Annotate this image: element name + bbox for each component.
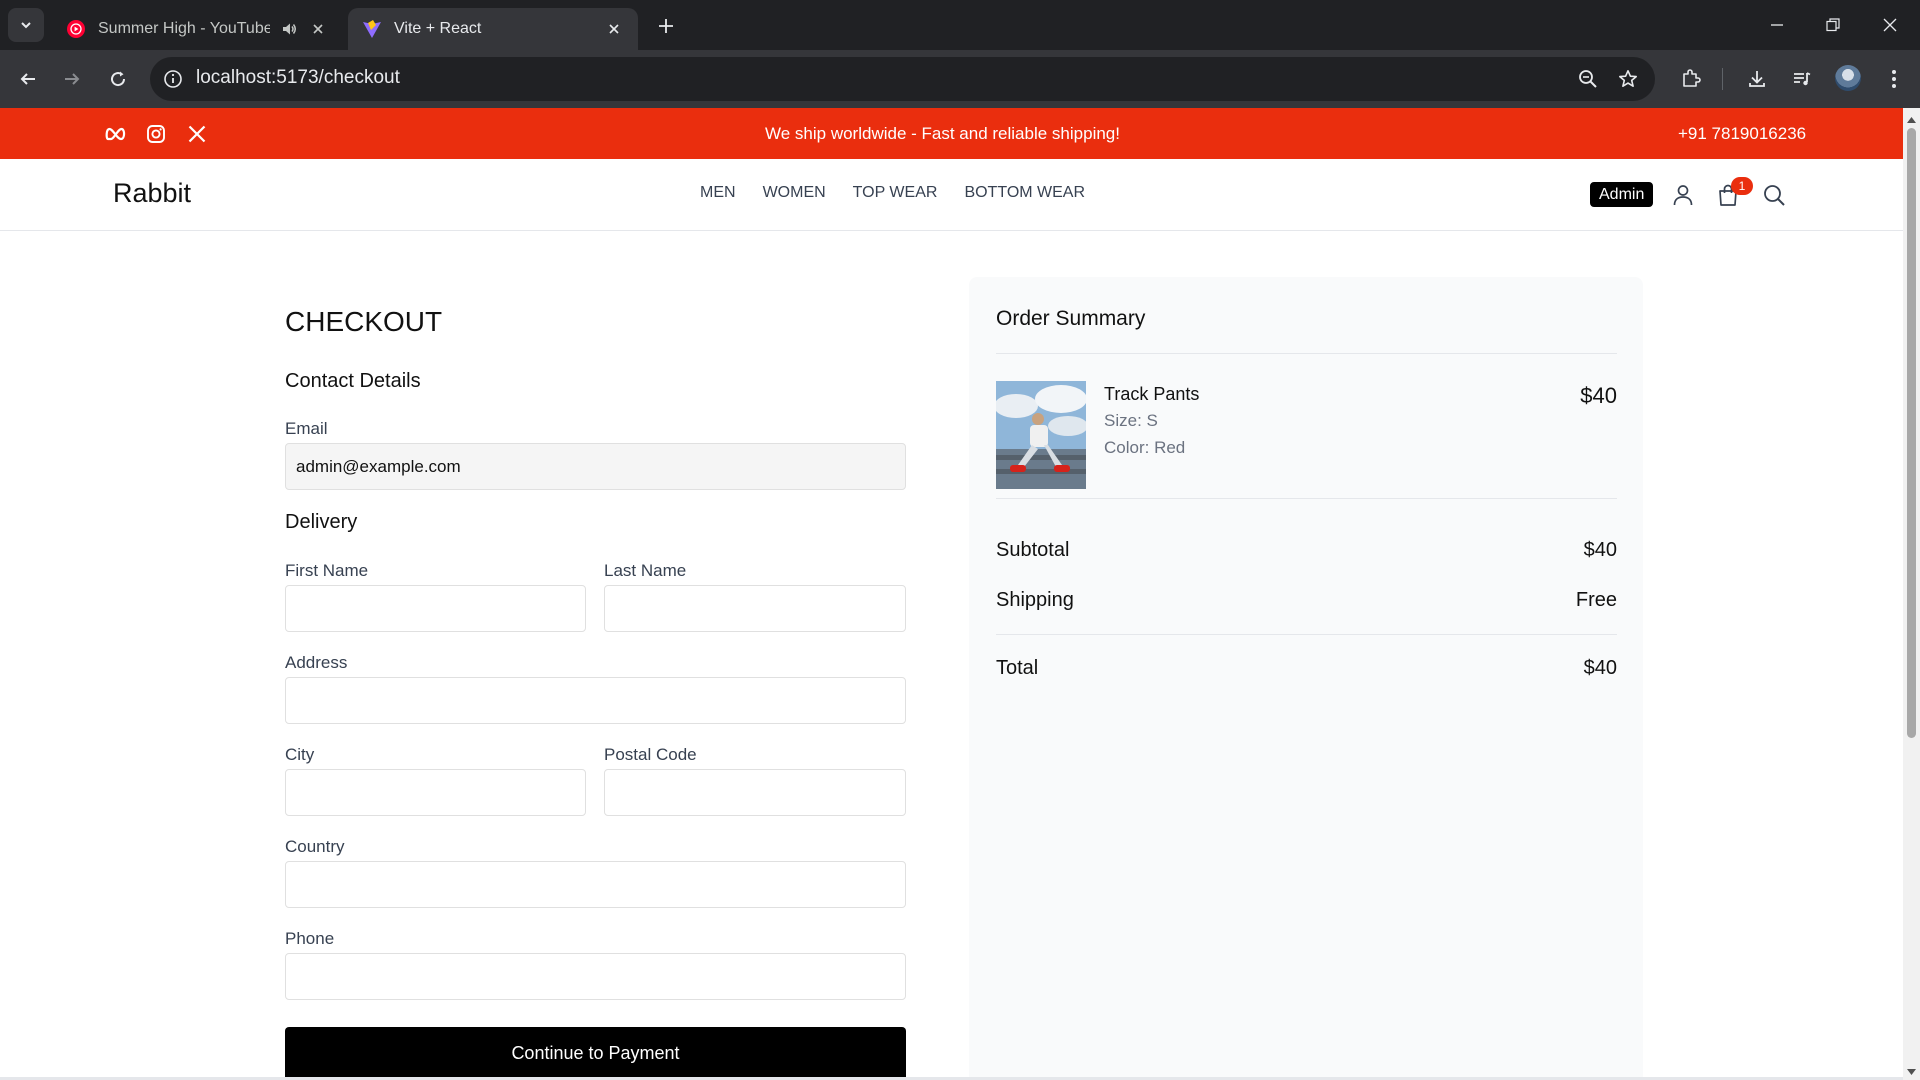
extensions-icon[interactable] <box>1675 63 1707 95</box>
search-icon[interactable] <box>1759 180 1789 210</box>
chevron-down-icon <box>21 22 31 29</box>
arrow-left-icon <box>20 73 35 85</box>
announcement-text: We ship worldwide - Fast and reliable sh… <box>765 124 1120 143</box>
category-nav: MEN WOMEN TOP WEAR BOTTOM WEAR <box>700 184 1085 202</box>
zoom-icon[interactable] <box>1572 63 1604 95</box>
product-size: Size: S <box>1104 411 1158 430</box>
scroll-down-arrow-icon[interactable] <box>1906 1064 1917 1075</box>
plus-icon <box>659 19 673 33</box>
scrollbar-thumb[interactable] <box>1907 128 1916 738</box>
bookmark-star-icon[interactable] <box>1612 63 1644 95</box>
download-icon[interactable] <box>1741 63 1773 95</box>
total-label: Total <box>996 657 1039 679</box>
reload-icon <box>111 71 126 87</box>
country-label: Country <box>285 837 345 856</box>
url-text[interactable]: localhost:5173/checkout <box>196 67 400 89</box>
first-name-field[interactable] <box>285 585 586 632</box>
country-field[interactable] <box>285 861 906 908</box>
close-icon <box>1883 18 1897 32</box>
contact-details-heading: Contact Details <box>285 370 421 392</box>
site-logo[interactable]: Rabbit <box>113 178 191 209</box>
minimize-icon <box>1771 24 1783 26</box>
total-value: $40 <box>1583 657 1617 679</box>
tab-title: Summer High - YouTube Mu <box>98 20 270 37</box>
contact-phone[interactable]: +91 7819016236 <box>1678 124 1806 144</box>
address-label: Address <box>285 653 348 672</box>
postal-code-label: Postal Code <box>604 745 697 764</box>
close-tab-icon[interactable] <box>308 19 328 39</box>
nav-link-top-wear[interactable]: TOP WEAR <box>853 184 938 202</box>
speaker-icon[interactable] <box>280 20 298 38</box>
phone-field[interactable] <box>285 953 906 1000</box>
tab-youtube-music[interactable]: Summer High - YouTube Mu <box>52 8 342 50</box>
email-value: admin@example.com <box>296 456 461 476</box>
restore-window-button[interactable] <box>1813 8 1853 42</box>
divider <box>996 634 1617 635</box>
subtotal-value: $40 <box>1583 539 1617 561</box>
shipping-value: Free <box>1575 589 1617 611</box>
last-name-label: Last Name <box>604 561 687 580</box>
toolbar-separator <box>1722 68 1723 90</box>
phone-label: Phone <box>285 929 335 948</box>
continue-to-payment-button[interactable]: Continue to Payment <box>285 1027 906 1080</box>
order-summary-title: Order Summary <box>996 307 1146 330</box>
nav-link-women[interactable]: WOMEN <box>763 184 826 202</box>
scroll-up-arrow-icon[interactable] <box>1906 112 1917 123</box>
close-tab-icon[interactable] <box>604 19 624 39</box>
product-name: Track Pants <box>1104 384 1200 404</box>
last-name-field[interactable] <box>604 585 906 632</box>
address-field[interactable] <box>285 677 906 724</box>
subtotal-label: Subtotal <box>996 539 1070 561</box>
tab-vite-react[interactable]: Vite + React <box>348 8 638 50</box>
tab-search-button[interactable] <box>8 8 44 42</box>
admin-button[interactable]: Admin <box>1590 182 1654 207</box>
minimize-window-button[interactable] <box>1757 8 1797 42</box>
divider <box>996 498 1617 499</box>
product-price: $40 <box>1580 383 1617 408</box>
back-button[interactable] <box>12 63 44 95</box>
divider <box>996 353 1617 354</box>
email-field[interactable]: admin@example.com <box>285 443 906 490</box>
tab-title: Vite + React <box>394 20 482 37</box>
close-window-button[interactable] <box>1870 8 1910 42</box>
restore-icon <box>1826 18 1840 32</box>
reload-button[interactable] <box>102 63 134 95</box>
cart-count-badge: 1 <box>1731 177 1753 195</box>
media-controls-icon[interactable] <box>1786 63 1818 95</box>
delivery-heading: Delivery <box>285 511 358 533</box>
product-image <box>996 381 1086 489</box>
nav-link-bottom-wear[interactable]: BOTTOM WEAR <box>964 184 1085 202</box>
profile-avatar[interactable] <box>1835 65 1861 91</box>
city-label: City <box>285 745 315 764</box>
first-name-label: First Name <box>285 561 369 580</box>
product-color: Color: Red <box>1104 438 1186 457</box>
city-field[interactable] <box>285 769 586 816</box>
forward-button[interactable] <box>56 63 88 95</box>
email-label: Email <box>285 419 328 438</box>
nav-link-men[interactable]: MEN <box>700 184 736 202</box>
more-menu-icon[interactable] <box>1878 63 1910 95</box>
postal-code-field[interactable] <box>604 769 906 816</box>
shipping-label: Shipping <box>996 589 1074 611</box>
youtube-music-icon <box>67 20 85 38</box>
user-icon[interactable] <box>1668 180 1698 210</box>
site-info-icon[interactable] <box>160 66 186 92</box>
page-title: CHECKOUT <box>285 306 443 337</box>
new-tab-button[interactable] <box>652 12 680 40</box>
arrow-right-icon <box>65 73 80 85</box>
vite-icon <box>363 20 381 38</box>
